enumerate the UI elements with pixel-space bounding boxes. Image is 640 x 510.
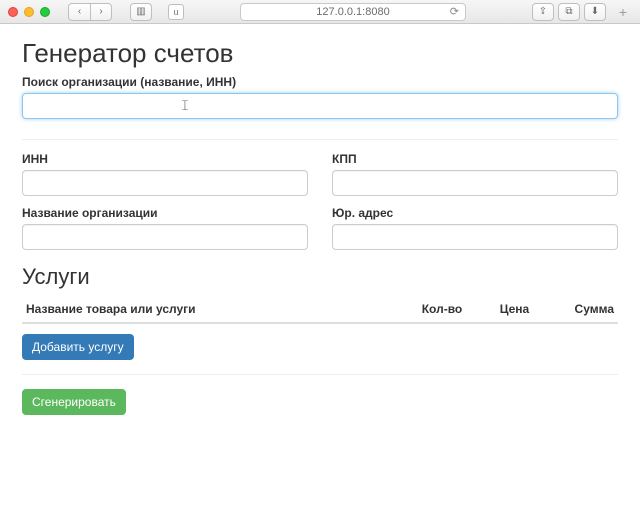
new-tab-button[interactable]: + — [614, 0, 632, 24]
orgname-label: Название организации — [22, 206, 308, 220]
kpp-input[interactable] — [332, 170, 618, 196]
tabs-button[interactable]: ⧉ — [558, 3, 580, 21]
table-header-row: Название товара или услуги Кол-во Цена С… — [22, 296, 618, 323]
col-qty: Кол-во — [380, 296, 467, 323]
generate-button[interactable]: Сгенерировать — [22, 389, 126, 415]
forward-button[interactable]: › — [90, 3, 112, 21]
minimize-window-icon[interactable] — [24, 7, 34, 17]
close-window-icon[interactable] — [8, 7, 18, 17]
zoom-window-icon[interactable] — [40, 7, 50, 17]
address-text: 127.0.0.1:8080 — [316, 6, 389, 18]
downloads-button[interactable]: ⬇ — [584, 3, 606, 21]
back-button[interactable]: ‹ — [68, 3, 90, 21]
tab-bar: u — [162, 4, 184, 20]
separator — [22, 374, 618, 375]
services-heading: Услуги — [22, 264, 618, 290]
nav-back-forward: ‹ › — [68, 3, 112, 21]
toolbar-right: ⇪ ⧉ ⬇ — [532, 3, 606, 21]
page-title: Генератор счетов — [22, 38, 618, 69]
orgname-input[interactable] — [22, 224, 308, 250]
legaladdr-input[interactable] — [332, 224, 618, 250]
text-cursor-icon: 𝙸 — [180, 97, 190, 114]
org-search-label: Поиск организации (название, ИНН) — [22, 75, 618, 89]
services-table: Название товара или услуги Кол-во Цена С… — [22, 296, 618, 324]
share-button[interactable]: ⇪ — [532, 3, 554, 21]
browser-titlebar: ‹ › ▥ u 127.0.0.1:8080 ⟳ ⇪ ⧉ ⬇ + — [0, 0, 640, 24]
sidebar-button[interactable]: ▥ — [130, 3, 152, 21]
col-sum: Сумма — [533, 296, 618, 323]
browser-tab[interactable]: u — [168, 4, 184, 20]
col-price: Цена — [466, 296, 533, 323]
window-controls — [8, 7, 50, 17]
legaladdr-label: Юр. адрес — [332, 206, 618, 220]
org-search-input[interactable] — [22, 93, 618, 119]
col-name: Название товара или услуги — [22, 296, 380, 323]
inn-input[interactable] — [22, 170, 308, 196]
address-bar[interactable]: 127.0.0.1:8080 ⟳ — [240, 3, 466, 21]
kpp-label: КПП — [332, 152, 618, 166]
inn-label: ИНН — [22, 152, 308, 166]
page-content: Генератор счетов Поиск организации (назв… — [0, 24, 640, 429]
row-name-addr: Название организации Юр. адрес — [22, 206, 618, 250]
add-service-button[interactable]: Добавить услугу — [22, 334, 134, 360]
reload-icon[interactable]: ⟳ — [450, 5, 459, 18]
org-search-group: Поиск организации (название, ИНН) 𝙸 — [22, 75, 618, 119]
row-inn-kpp: ИНН КПП — [22, 139, 618, 196]
